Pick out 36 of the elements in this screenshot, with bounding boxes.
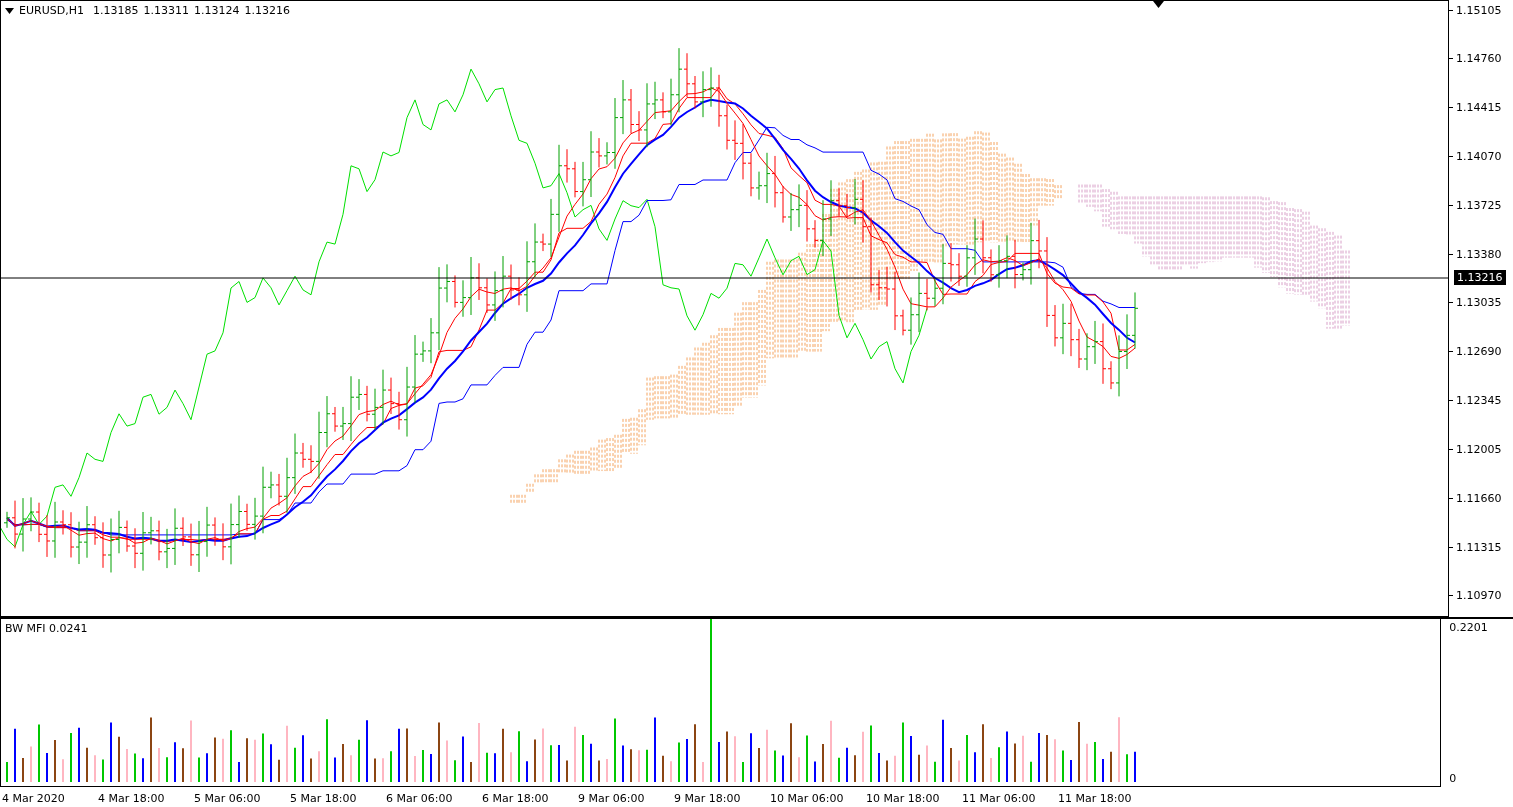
price-tick-label: 1.14760 (1456, 52, 1502, 66)
time-tick-label: 5 Mar 06:00 (194, 791, 262, 805)
time-tick-label: 11 Mar 06:00 (962, 791, 1037, 805)
price-tick-label: 1.14415 (1456, 101, 1502, 115)
time-tick-label: 4 Mar 2020 (2, 791, 66, 805)
time-tick-label: 10 Mar 18:00 (866, 791, 941, 805)
time-tick-label: 9 Mar 06:00 (578, 791, 646, 805)
price-tick-label: 1.11315 (1456, 540, 1502, 554)
indicator-title: BW MFI 0.0241 (5, 622, 88, 635)
price-tick-label: 1.13035 (1456, 296, 1502, 310)
price-tick-label: 1.12690 (1456, 345, 1502, 359)
ohlc-value: 1.13185 (92, 4, 139, 17)
chart-shift-marker-icon[interactable] (1153, 1, 1164, 8)
time-tick-label: 5 Mar 18:00 (290, 791, 358, 805)
ohlc-value: 1.13216 (244, 4, 290, 17)
price-tick-label: 1.14070 (1456, 150, 1502, 163)
price-tick-label: 1.13380 (1456, 247, 1502, 261)
indicator-tick-label: 0 (1449, 772, 1458, 785)
price-tick-label: 1.13725 (1456, 198, 1502, 212)
price-tick-label: 1.12005 (1456, 442, 1502, 456)
symbol-title: EURUSD,H1 (19, 4, 84, 17)
ohlc-value: 1.13124 (193, 4, 240, 17)
dropdown-icon[interactable] (5, 7, 14, 14)
indicator-tick-label: 0.2201 (1449, 621, 1489, 634)
price-tick-label: 1.12345 (1456, 394, 1502, 408)
time-tick-label: 10 Mar 06:00 (770, 791, 845, 805)
price-tick-label: 1.11660 (1456, 491, 1502, 505)
ohlc-value: 1.13311 (143, 4, 189, 17)
time-tick-label: 6 Mar 06:00 (386, 791, 454, 805)
time-tick-label: 4 Mar 18:00 (98, 791, 166, 805)
time-tick-label: 9 Mar 18:00 (674, 791, 742, 805)
time-tick-label: 11 Mar 18:00 (1058, 791, 1133, 805)
price-tick-label: 1.10970 (1456, 589, 1502, 603)
price-tick-label: 1.15105 (1456, 3, 1502, 17)
current-price-label: 1.13216 (1454, 270, 1506, 285)
time-tick-label: 6 Mar 18:00 (482, 791, 550, 805)
